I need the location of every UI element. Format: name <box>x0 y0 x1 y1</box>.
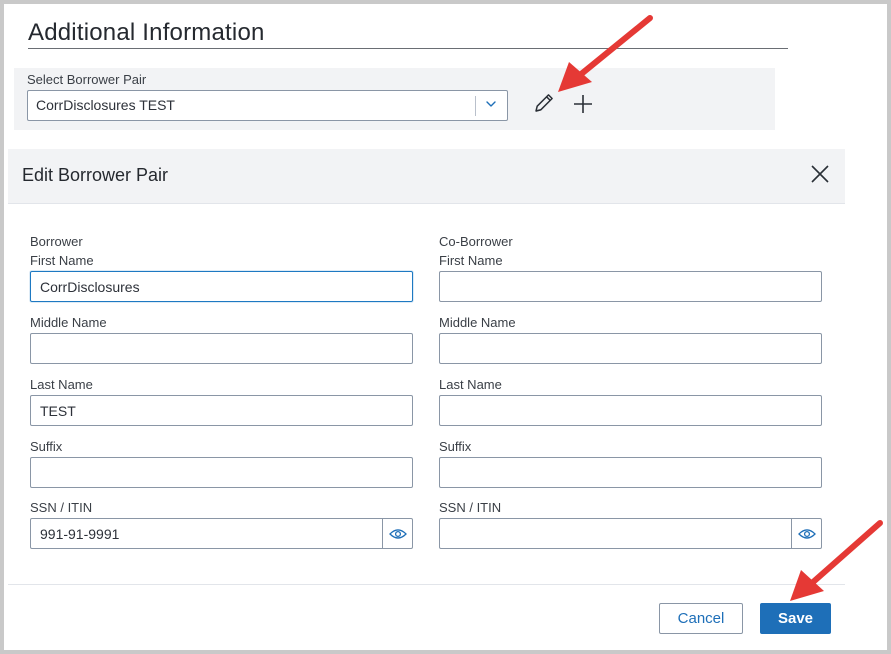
co-borrower-first-name-label: First Name <box>439 253 503 268</box>
borrower-ssn-group <box>30 518 413 549</box>
close-icon[interactable] <box>809 163 831 185</box>
co-borrower-last-name-label: Last Name <box>439 377 502 392</box>
borrower-heading: Borrower <box>30 234 83 249</box>
save-button[interactable]: Save <box>760 603 831 634</box>
co-borrower-ssn-label: SSN / ITIN <box>439 500 502 515</box>
borrower-middle-name-field[interactable] <box>30 333 413 364</box>
cancel-button[interactable]: Cancel <box>659 603 743 634</box>
borrower-ssn-label: SSN / ITIN <box>30 500 93 515</box>
borrower-ssn-toggle[interactable] <box>382 519 412 548</box>
edit-borrower-pair-header: Edit Borrower Pair <box>8 149 845 204</box>
borrower-ssn-field[interactable] <box>31 519 374 548</box>
plus-icon[interactable] <box>572 93 594 115</box>
co-borrower-first-name-field[interactable] <box>439 271 822 302</box>
co-borrower-ssn-toggle[interactable] <box>791 519 821 548</box>
eye-icon[interactable] <box>388 528 407 540</box>
co-borrower-ssn-group <box>439 518 822 549</box>
co-borrower-suffix-label: Suffix <box>439 439 472 454</box>
co-borrower-heading: Co-Borrower <box>439 234 513 249</box>
co-borrower-last-name-field[interactable] <box>439 395 822 426</box>
co-borrower-ssn-field[interactable] <box>440 519 783 548</box>
page-title: Additional Information <box>28 19 265 46</box>
select-borrower-pair-label: Select Borrower Pair <box>27 72 147 87</box>
dropdown-divider <box>475 96 476 116</box>
borrower-pair-dropdown[interactable]: CorrDisclosures TEST <box>27 90 508 121</box>
borrower-last-name-field[interactable] <box>30 395 413 426</box>
footer-divider <box>8 584 845 585</box>
co-borrower-suffix-field[interactable] <box>439 457 822 488</box>
borrower-suffix-label: Suffix <box>30 439 63 454</box>
chevron-down-icon[interactable] <box>483 96 499 112</box>
borrower-first-name-field[interactable] <box>30 271 413 302</box>
eye-icon[interactable] <box>797 528 816 540</box>
borrower-pair-selected-value: CorrDisclosures TEST <box>36 97 175 113</box>
borrower-middle-name-label: Middle Name <box>30 315 107 330</box>
co-borrower-middle-name-field[interactable] <box>439 333 822 364</box>
borrower-suffix-field[interactable] <box>30 457 413 488</box>
borrower-last-name-label: Last Name <box>30 377 93 392</box>
pencil-icon[interactable] <box>532 91 556 115</box>
borrower-first-name-label: First Name <box>30 253 94 268</box>
co-borrower-middle-name-label: Middle Name <box>439 315 516 330</box>
title-divider <box>28 48 788 49</box>
dialog-title: Edit Borrower Pair <box>22 165 169 185</box>
